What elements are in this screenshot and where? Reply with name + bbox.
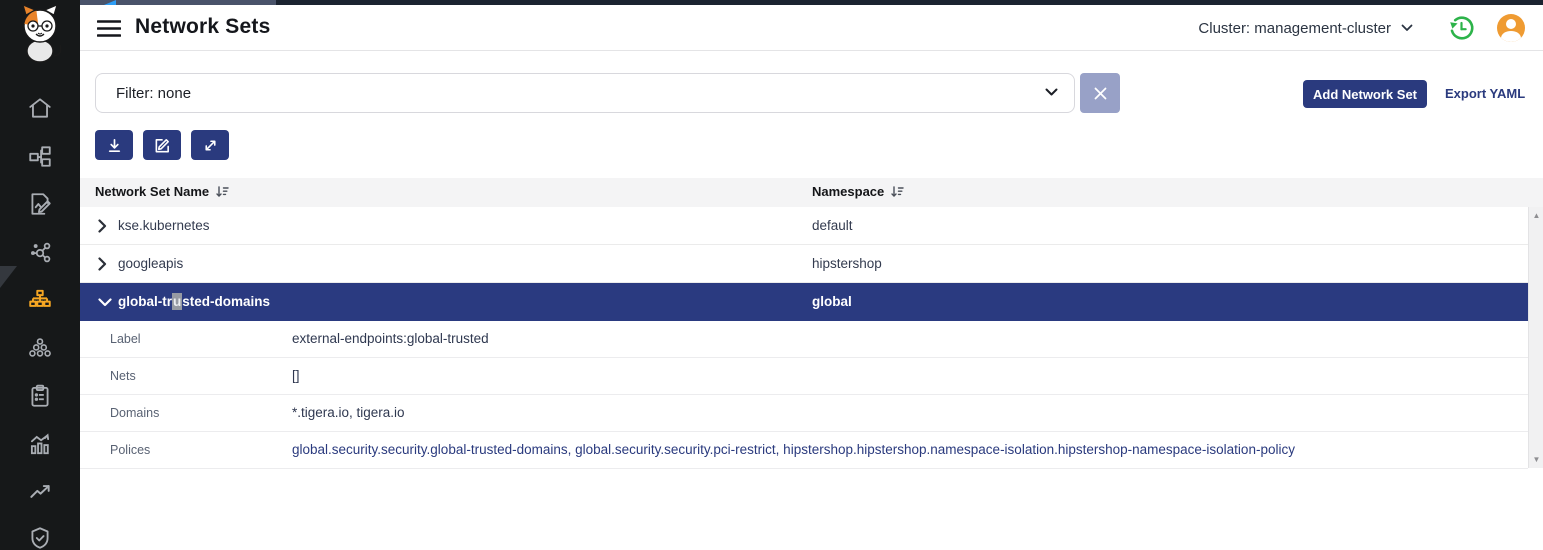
detail-row-polices: Polices global.security.security.global-… xyxy=(80,432,1528,469)
detail-row-domains: Domains *.tigera.io, tigera.io xyxy=(80,395,1528,432)
scroll-down-icon[interactable]: ▼ xyxy=(1529,455,1543,464)
sidebar-item-trends[interactable] xyxy=(27,479,53,505)
table-header: Network Set Name Namespace xyxy=(80,178,1543,207)
namespace-value: global xyxy=(812,294,852,309)
scroll-up-icon[interactable]: ▲ xyxy=(1529,211,1543,220)
home-icon xyxy=(27,95,53,121)
sidebar-item-policies[interactable] xyxy=(27,191,53,217)
cluster-selector-label: Cluster: management-cluster xyxy=(1198,20,1391,37)
table-row-selected[interactable]: global-trusted-domains global xyxy=(80,283,1528,321)
chevron-right-icon xyxy=(98,257,107,271)
column-header-namespace[interactable]: Namespace xyxy=(812,184,904,199)
sidebar-item-home[interactable] xyxy=(27,95,53,121)
sidebar-item-service-graph[interactable] xyxy=(27,143,53,169)
edit-button[interactable] xyxy=(143,130,181,160)
document-edit-icon xyxy=(27,191,53,217)
table-row[interactable]: googleapis hipstershop xyxy=(80,245,1528,283)
detail-row-nets: Nets [] xyxy=(80,358,1528,395)
network-set-name: kse.kubernetes xyxy=(118,218,210,233)
avatar-person-icon xyxy=(1506,19,1516,29)
circles-cluster-icon xyxy=(27,335,53,361)
shield-check-icon xyxy=(27,525,53,550)
main-content: Filter: none Add Network Set Export YAML… xyxy=(80,51,1543,550)
detail-row-label: Label external-endpoints:global-trusted xyxy=(80,321,1528,358)
filter-dropdown[interactable]: Filter: none xyxy=(95,73,1075,113)
export-yaml-link[interactable]: Export YAML xyxy=(1445,86,1525,101)
text-cursor: u xyxy=(172,293,182,310)
clipboard-icon xyxy=(27,383,53,409)
bar-chart-icon xyxy=(27,431,53,457)
chevron-down-icon xyxy=(98,298,112,307)
history-icon xyxy=(1447,14,1475,42)
column-header-network-set-name[interactable]: Network Set Name xyxy=(95,184,229,199)
table-body: kse.kubernetes default googleapis hipste… xyxy=(80,207,1528,469)
expand-button[interactable] xyxy=(191,130,229,160)
network-molecule-icon xyxy=(27,239,53,265)
calico-cat-logo xyxy=(13,2,67,64)
sidebar-item-activity[interactable] xyxy=(27,431,53,457)
browser-top-strip xyxy=(80,0,1543,5)
network-set-name: global-trusted-domains xyxy=(118,294,270,309)
page-title: Network Sets xyxy=(135,15,270,39)
history-button[interactable] xyxy=(1447,14,1475,42)
sidebar-item-compliance-reports[interactable] xyxy=(27,383,53,409)
trend-up-icon xyxy=(27,479,53,505)
menu-toggle-button[interactable] xyxy=(97,19,121,38)
sidebar-item-security[interactable] xyxy=(27,525,53,550)
sidebar-wedge-decoration xyxy=(0,266,17,288)
sidebar-item-network-sets[interactable] xyxy=(27,287,53,313)
hamburger-icon xyxy=(97,19,121,38)
app-window: Network Sets Cluster: management-cluster… xyxy=(0,0,1543,550)
table-row[interactable]: kse.kubernetes default xyxy=(80,207,1528,245)
page-header: Network Sets Cluster: management-cluster xyxy=(80,5,1543,51)
sort-icon xyxy=(215,185,229,198)
edit-icon xyxy=(154,137,171,154)
namespace-value: default xyxy=(812,218,853,233)
expand-icon xyxy=(202,137,219,154)
graph-nodes-icon xyxy=(27,143,53,169)
vertical-scrollbar[interactable]: ▲ ▼ xyxy=(1528,207,1543,468)
clear-filter-button[interactable] xyxy=(1080,73,1120,113)
user-avatar[interactable] xyxy=(1497,14,1525,42)
cluster-selector[interactable]: Cluster: management-cluster xyxy=(1198,20,1413,37)
policy-links[interactable]: global.security.security.global-trusted-… xyxy=(292,442,1295,457)
sort-icon xyxy=(890,185,904,198)
chevron-right-icon xyxy=(98,219,107,233)
sidebar-item-flow-visualizations[interactable] xyxy=(27,239,53,265)
network-set-name: googleapis xyxy=(118,256,183,271)
namespace-value: hipstershop xyxy=(812,256,882,271)
sidebar xyxy=(0,0,80,550)
chevron-down-icon xyxy=(1045,88,1058,97)
download-button[interactable] xyxy=(95,130,133,160)
chevron-down-icon xyxy=(1401,24,1413,32)
sitemap-icon xyxy=(27,287,53,313)
add-network-set-button[interactable]: Add Network Set xyxy=(1303,80,1427,108)
download-icon xyxy=(106,137,123,154)
close-icon xyxy=(1094,87,1107,100)
filter-value: Filter: none xyxy=(116,85,191,102)
sidebar-item-managed-clusters[interactable] xyxy=(27,335,53,361)
